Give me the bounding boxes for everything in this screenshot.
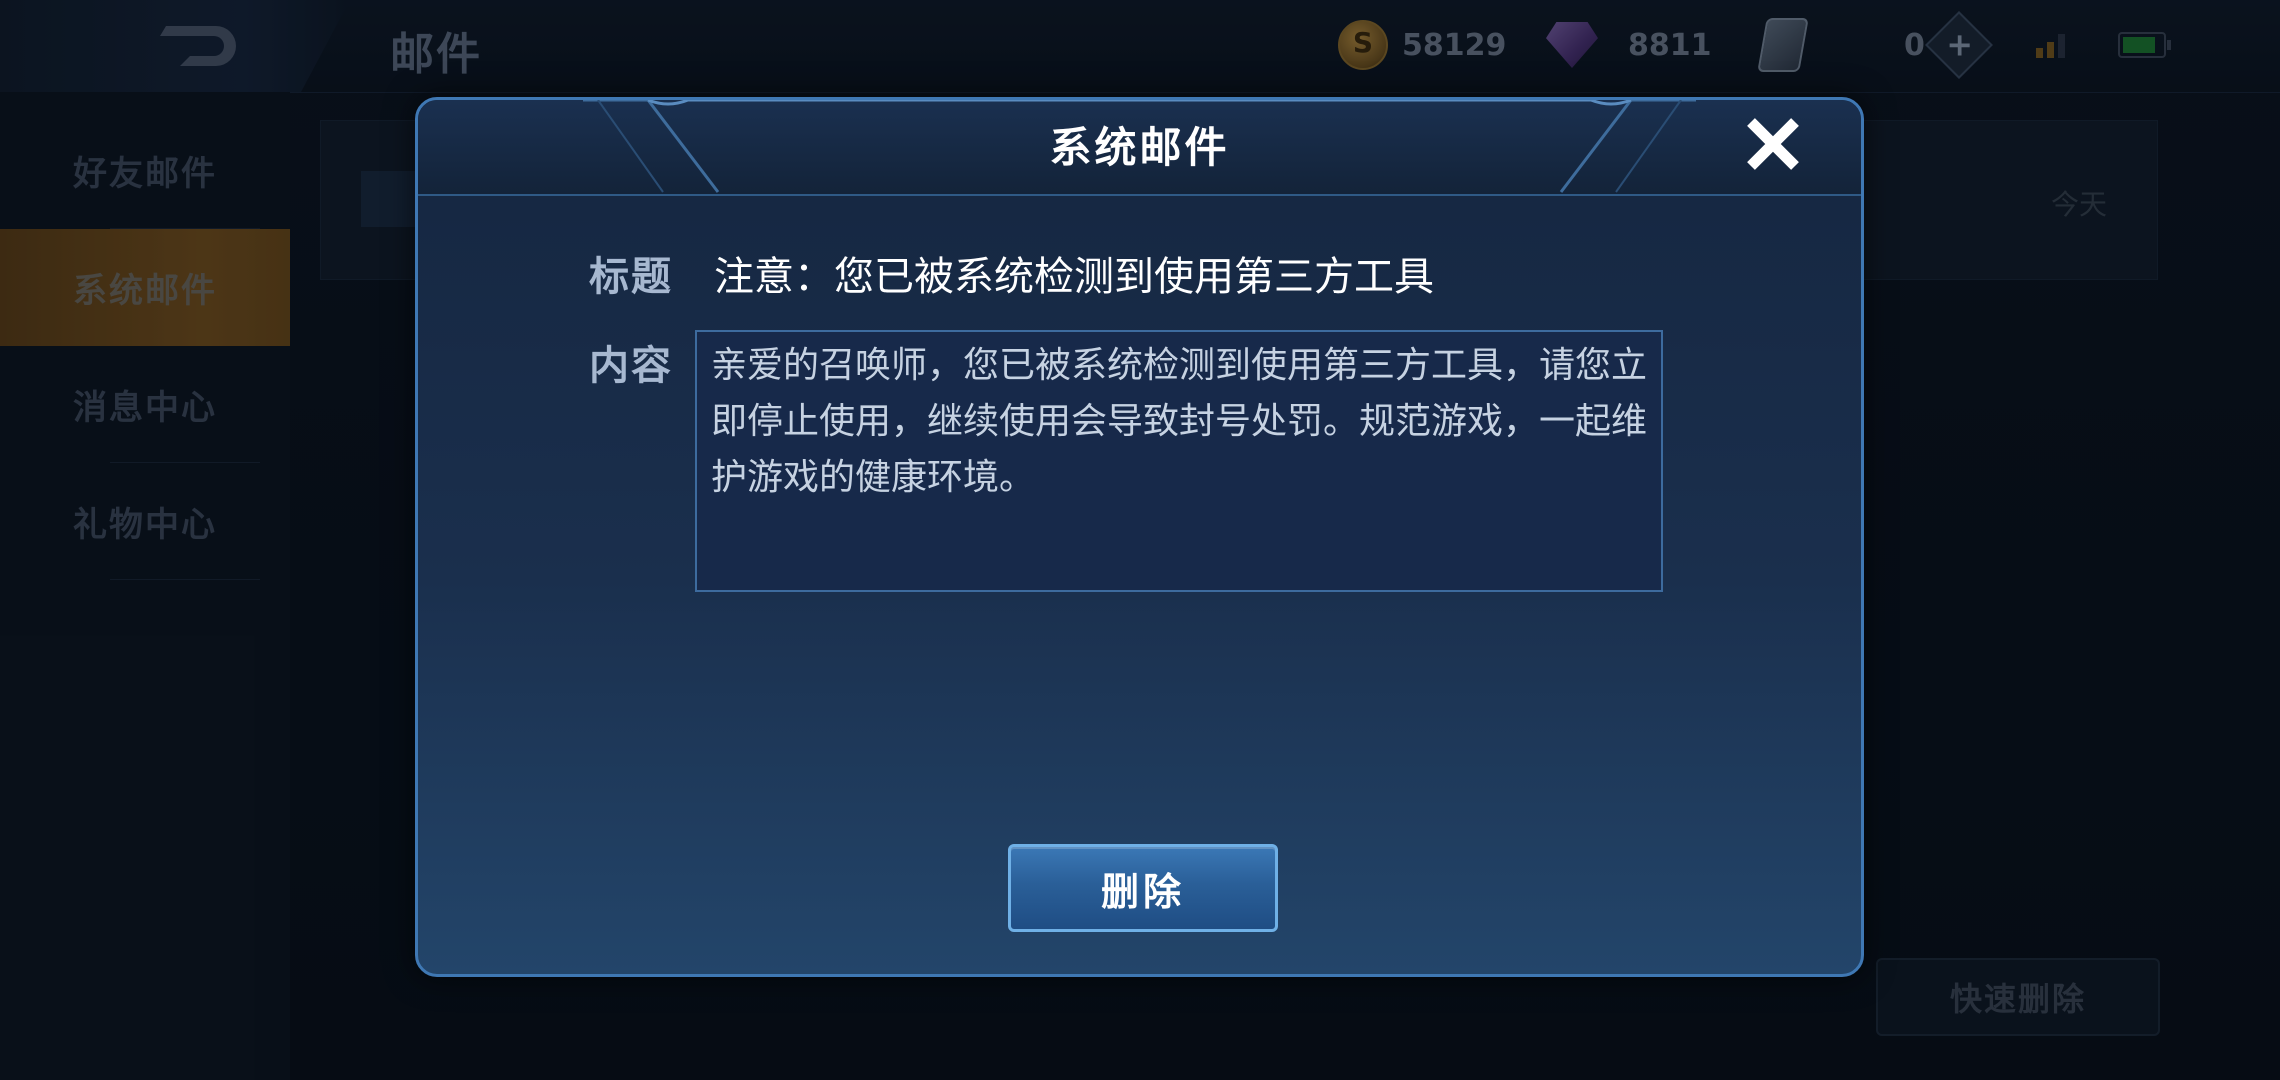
delete-button[interactable]: 删除 xyxy=(1008,844,1278,932)
subject-label: 标题 xyxy=(589,254,673,300)
mail-screen: 邮件 58129 8811 0 + 好友邮件 系统邮件 消息中 xyxy=(0,0,2280,1080)
close-button[interactable] xyxy=(1743,114,1803,174)
mail-content[interactable]: 亲爱的召唤师，您已被系统检测到使用第三方工具，请您立即停止使用，继续使用会导致封… xyxy=(695,330,1663,592)
system-mail-dialog: 系统邮件 标题 注意：您已被系统检测到使用第三方工具 内容 亲爱的召唤师，您已被… xyxy=(415,97,1864,977)
content-label: 内容 xyxy=(589,343,673,389)
mail-subject: 注意：您已被系统检测到使用第三方工具 xyxy=(714,254,1434,300)
dialog-header: 系统邮件 xyxy=(418,100,1861,196)
close-icon xyxy=(1747,118,1799,170)
dialog-title: 系统邮件 xyxy=(1049,123,1230,172)
